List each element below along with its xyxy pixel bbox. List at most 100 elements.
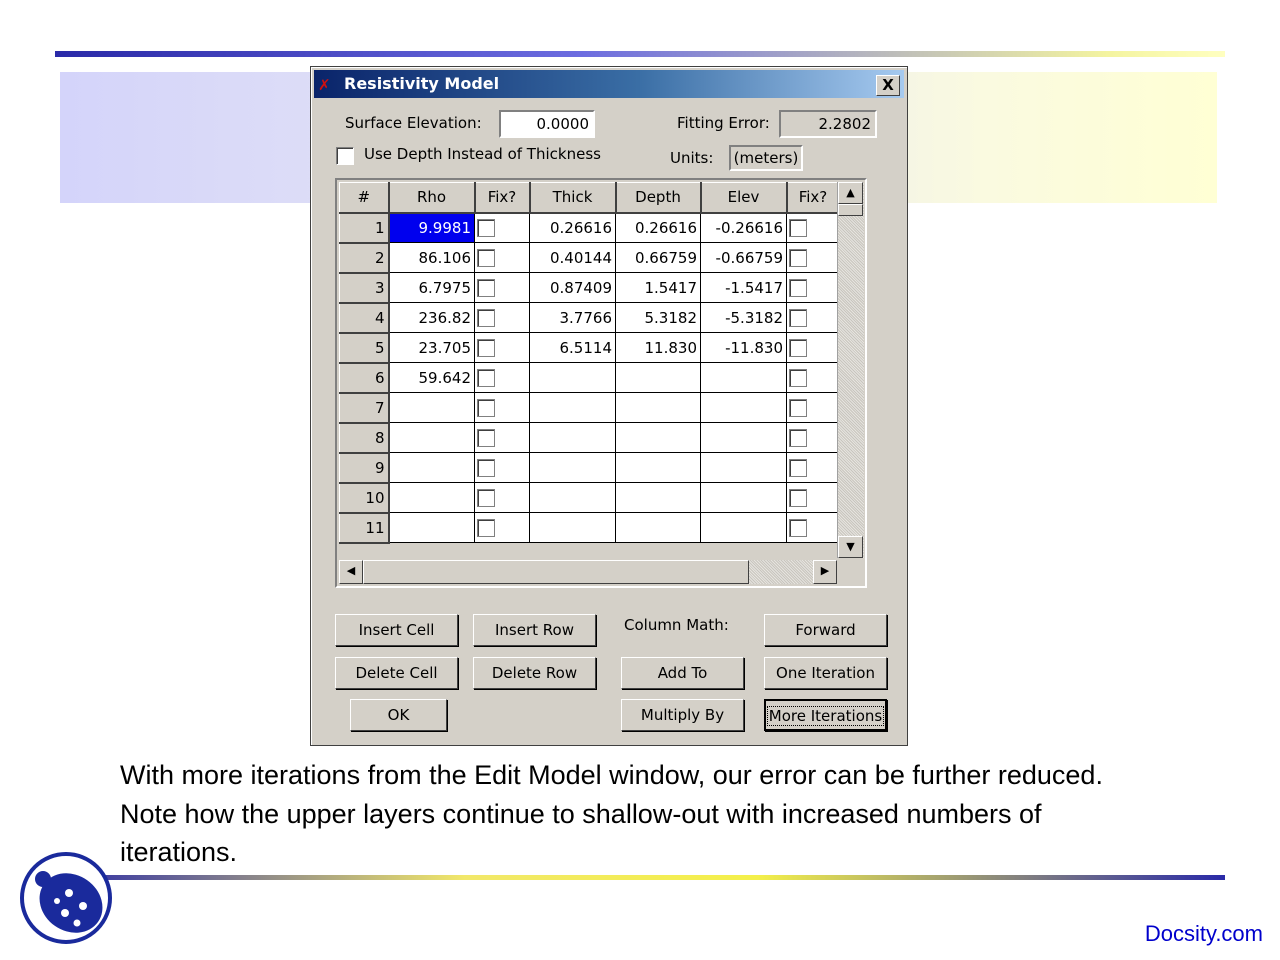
fix-checkbox[interactable]: [477, 308, 495, 327]
thick-cell[interactable]: [529, 512, 616, 543]
rho-cell[interactable]: 6.7975: [388, 272, 475, 303]
row-number[interactable]: 2: [339, 242, 390, 274]
fix-checkbox[interactable]: [477, 518, 495, 537]
rho-cell[interactable]: [388, 482, 475, 513]
fix-thick-cell[interactable]: [786, 392, 840, 423]
fix-checkbox[interactable]: [789, 518, 807, 537]
fix-checkbox[interactable]: [477, 428, 495, 447]
fix-thick-cell[interactable]: [786, 332, 840, 363]
elev-cell[interactable]: -11.830: [700, 332, 787, 363]
fix-rho-cell[interactable]: [474, 422, 530, 453]
col-header-thick[interactable]: Thick: [529, 182, 617, 214]
fix-checkbox[interactable]: [789, 428, 807, 447]
elev-cell[interactable]: [700, 512, 787, 543]
elev-cell[interactable]: [700, 392, 787, 423]
forward-button[interactable]: Forward: [764, 614, 887, 646]
fix-thick-cell[interactable]: [786, 422, 840, 453]
delete-cell-button[interactable]: Delete Cell: [335, 657, 458, 689]
fix-thick-cell[interactable]: [786, 452, 840, 483]
insert-row-button[interactable]: Insert Row: [473, 614, 596, 646]
vertical-scrollbar[interactable]: ▲ ▼: [837, 182, 864, 558]
rho-cell[interactable]: 59.642: [388, 362, 475, 393]
depth-cell[interactable]: [615, 422, 701, 453]
row-number[interactable]: 8: [339, 422, 390, 454]
fix-checkbox[interactable]: [477, 368, 495, 387]
fix-rho-cell[interactable]: [474, 362, 530, 393]
col-header-number[interactable]: #: [339, 182, 390, 214]
close-button[interactable]: X: [876, 75, 900, 96]
fix-checkbox[interactable]: [789, 308, 807, 327]
more-iterations-button[interactable]: More Iterations: [764, 699, 887, 731]
elev-cell[interactable]: -5.3182: [700, 302, 787, 333]
elev-cell[interactable]: -1.5417: [700, 272, 787, 303]
docsity-brand[interactable]: Docsity.com: [1145, 921, 1263, 947]
row-number[interactable]: 11: [339, 512, 390, 544]
thick-cell[interactable]: [529, 392, 616, 423]
row-number[interactable]: 10: [339, 482, 390, 514]
fix-checkbox[interactable]: [477, 488, 495, 507]
thick-cell[interactable]: [529, 362, 616, 393]
fix-thick-cell[interactable]: [786, 512, 840, 543]
insert-cell-button[interactable]: Insert Cell: [335, 614, 458, 646]
row-number[interactable]: 1: [339, 212, 390, 244]
fix-thick-cell[interactable]: [786, 362, 840, 393]
thick-cell[interactable]: 0.87409: [529, 272, 616, 303]
depth-cell[interactable]: [615, 482, 701, 513]
thick-cell[interactable]: [529, 452, 616, 483]
fix-rho-cell[interactable]: [474, 392, 530, 423]
elev-cell[interactable]: [700, 452, 787, 483]
scroll-left-button[interactable]: ◀: [339, 560, 363, 584]
row-number[interactable]: 6: [339, 362, 390, 394]
fix-checkbox[interactable]: [477, 248, 495, 267]
fix-thick-cell[interactable]: [786, 482, 840, 513]
rho-cell[interactable]: [388, 452, 475, 483]
rho-cell[interactable]: [388, 512, 475, 543]
col-header-fix-rho[interactable]: Fix?: [474, 182, 531, 214]
fix-rho-cell[interactable]: [474, 212, 530, 243]
use-depth-checkbox[interactable]: [336, 147, 354, 165]
col-header-fix-thick[interactable]: Fix?: [786, 182, 841, 214]
fix-checkbox[interactable]: [789, 219, 807, 237]
add-to-button[interactable]: Add To: [621, 657, 744, 689]
one-iteration-button[interactable]: One Iteration: [764, 657, 887, 689]
fix-rho-cell[interactable]: [474, 512, 530, 543]
delete-row-button[interactable]: Delete Row: [473, 657, 596, 689]
depth-cell[interactable]: 0.66759: [615, 242, 701, 273]
fix-checkbox[interactable]: [789, 458, 807, 477]
fix-rho-cell[interactable]: [474, 332, 530, 363]
scroll-up-button[interactable]: ▲: [838, 182, 863, 204]
thick-cell[interactable]: 3.7766: [529, 302, 616, 333]
col-header-rho[interactable]: Rho: [388, 182, 476, 214]
scroll-right-button[interactable]: ▶: [813, 560, 837, 584]
fix-thick-cell[interactable]: [786, 212, 840, 243]
fix-rho-cell[interactable]: [474, 482, 530, 513]
rho-cell[interactable]: 236.82: [388, 302, 475, 333]
row-number[interactable]: 5: [339, 332, 390, 364]
rho-cell[interactable]: 86.106: [388, 242, 475, 273]
surface-elevation-input[interactable]: 0.0000: [499, 110, 595, 138]
fix-thick-cell[interactable]: [786, 242, 840, 273]
depth-cell[interactable]: 0.26616: [615, 212, 701, 243]
elev-cell[interactable]: [700, 422, 787, 453]
depth-cell[interactable]: 5.3182: [615, 302, 701, 333]
rho-cell[interactable]: 9.9981: [388, 212, 475, 243]
depth-cell[interactable]: [615, 452, 701, 483]
rho-cell[interactable]: 23.705: [388, 332, 475, 363]
thick-cell[interactable]: [529, 422, 616, 453]
elev-cell[interactable]: [700, 482, 787, 513]
thick-cell[interactable]: 0.40144: [529, 242, 616, 273]
dialog-titlebar[interactable]: ✗ Resistivity Model X: [314, 70, 904, 98]
fix-rho-cell[interactable]: [474, 272, 530, 303]
rho-cell[interactable]: [388, 422, 475, 453]
row-number[interactable]: 4: [339, 302, 390, 334]
fix-checkbox[interactable]: [477, 398, 495, 417]
horizontal-scroll-thumb[interactable]: [363, 560, 749, 584]
rho-cell[interactable]: [388, 392, 475, 423]
fix-checkbox[interactable]: [789, 278, 807, 297]
depth-cell[interactable]: 11.830: [615, 332, 701, 363]
fix-checkbox[interactable]: [789, 488, 807, 507]
depth-cell[interactable]: [615, 512, 701, 543]
fix-checkbox[interactable]: [477, 458, 495, 477]
scroll-down-button[interactable]: ▼: [838, 536, 863, 558]
fix-thick-cell[interactable]: [786, 272, 840, 303]
